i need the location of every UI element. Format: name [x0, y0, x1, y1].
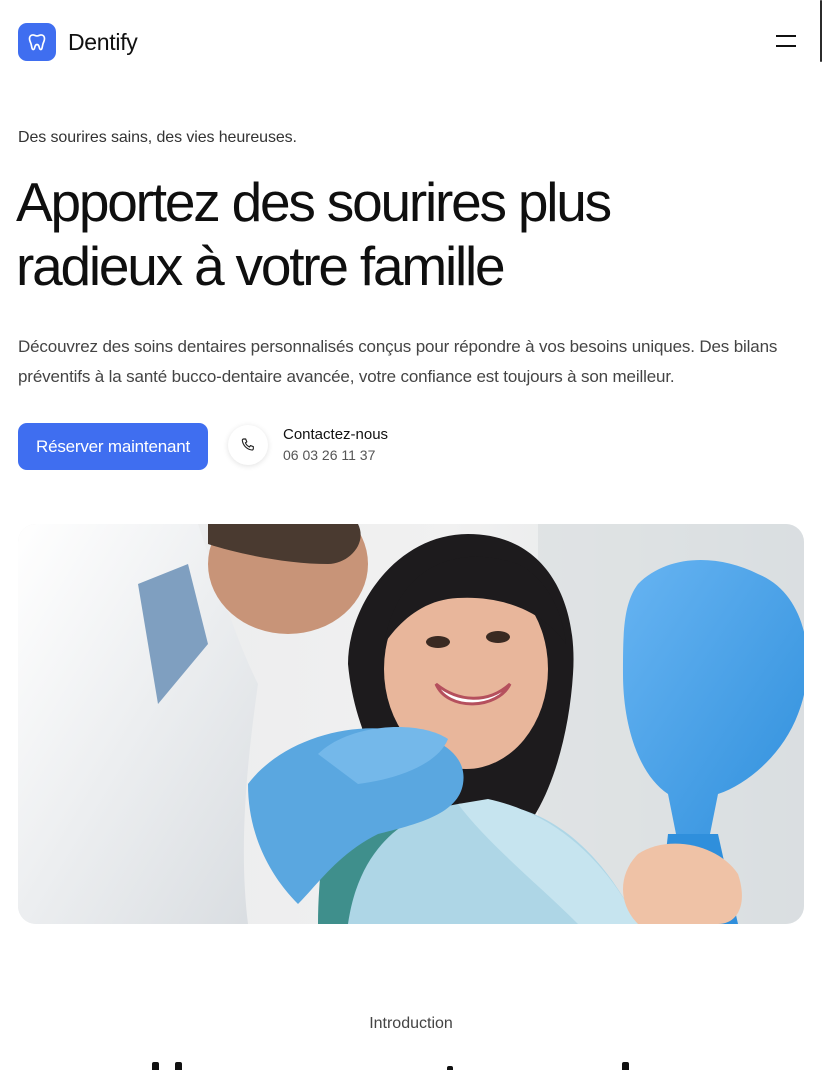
tooth-icon: [18, 23, 56, 61]
cropped-heading-glyph: [447, 1066, 453, 1070]
site-header: Dentify: [18, 23, 798, 61]
brand-name: Dentify: [68, 28, 138, 55]
scrollbar[interactable]: [818, 0, 822, 1070]
contact-label: Contactez-nous: [283, 426, 389, 443]
phone-icon: [228, 425, 268, 465]
hamburger-menu-icon[interactable]: [774, 31, 798, 53]
hero-photo-dentist-patient: [18, 524, 804, 924]
cropped-heading-glyph: [152, 1062, 159, 1070]
contact-link[interactable]: Contactez-nous 06 03 26 11 37: [228, 425, 388, 465]
brand-logo-link[interactable]: Dentify: [18, 23, 138, 61]
menu-line-top: [776, 35, 796, 37]
hero-description: Découvrez des soins dentaires personnali…: [18, 337, 778, 386]
section-eyebrow: Introduction: [369, 1015, 453, 1032]
hero-tagline: Des sourires sains, des vies heureuses.: [18, 129, 297, 146]
contact-phone-number: 06 03 26 11 37: [283, 447, 376, 463]
menu-line-bottom: [776, 45, 796, 47]
cropped-heading-glyph: [175, 1062, 182, 1070]
book-now-button[interactable]: Réserver maintenant: [18, 423, 208, 470]
section-title-cropped: [0, 1052, 822, 1070]
hero-title: Apportez des sourires plus radieux à vot…: [16, 171, 612, 297]
contact-text: Contactez-nous 06 03 26 11 37: [283, 425, 388, 465]
cropped-heading-glyph: [622, 1062, 629, 1070]
